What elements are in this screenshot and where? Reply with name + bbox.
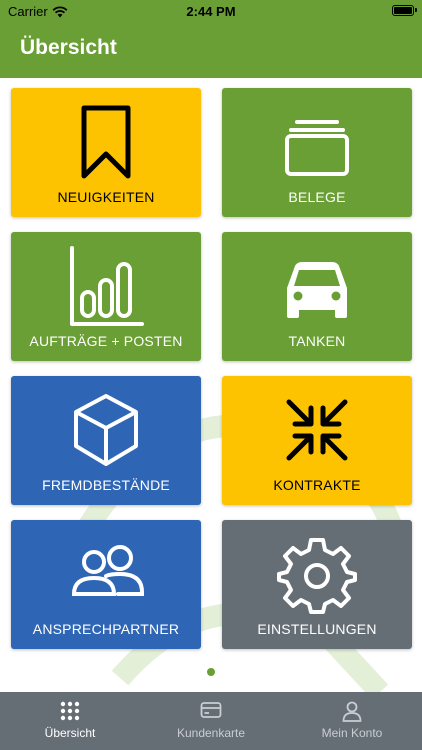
person-icon bbox=[342, 701, 362, 722]
tile-belege[interactable]: BELEGE bbox=[222, 88, 412, 217]
tile-label: FREMDBESTÄNDE bbox=[42, 477, 170, 493]
tile-tanken[interactable]: TANKEN bbox=[222, 232, 412, 361]
tab-label: Kundenkarte bbox=[176, 726, 246, 740]
tab-label: Übersicht bbox=[44, 726, 96, 740]
grid-dots-icon bbox=[60, 701, 80, 721]
cube-icon bbox=[74, 394, 138, 466]
tile-label: NEUIGKEITEN bbox=[57, 189, 155, 205]
tile-fremdbestaende[interactable]: FREMDBESTÄNDE bbox=[11, 376, 201, 505]
tile-label: KONTRAKTE bbox=[273, 477, 361, 493]
app-screen: Carrier 2:44 PM Übersicht NEUIGKEITEN BE… bbox=[0, 0, 422, 750]
tile-auftraege-posten[interactable]: AUFTRÄGE + POSTEN bbox=[11, 232, 201, 361]
battery-icon bbox=[392, 5, 417, 16]
status-bar: Carrier 2:44 PM bbox=[0, 0, 422, 22]
tile-neuigkeiten[interactable]: NEUIGKEITEN bbox=[11, 88, 201, 217]
tab-label: Mein Konto bbox=[321, 726, 383, 740]
tab-mein-konto[interactable]: Mein Konto bbox=[282, 692, 422, 750]
navigation-header: Übersicht bbox=[0, 22, 422, 78]
page-indicator-dot bbox=[207, 668, 215, 676]
tab-bar: Übersicht Kundenkarte Mein Konto bbox=[0, 692, 422, 750]
tab-kundenkarte[interactable]: Kundenkarte bbox=[141, 692, 281, 750]
tile-einstellungen[interactable]: EINSTELLUNGEN bbox=[222, 520, 412, 649]
tile-kontrakte[interactable]: KONTRAKTE bbox=[222, 376, 412, 505]
car-icon bbox=[287, 262, 347, 318]
bar-chart-icon bbox=[70, 246, 144, 326]
tab-uebersicht[interactable]: Übersicht bbox=[0, 692, 140, 750]
tile-label: TANKEN bbox=[288, 333, 346, 349]
card-icon bbox=[200, 702, 222, 718]
compress-arrows-icon bbox=[286, 399, 348, 461]
tile-label: ANSPRECHPARTNER bbox=[32, 621, 180, 637]
tile-label: EINSTELLUNGEN bbox=[257, 621, 377, 637]
gear-icon bbox=[277, 538, 357, 614]
page-title: Übersicht bbox=[20, 36, 117, 59]
tile-label: BELEGE bbox=[288, 189, 346, 205]
tile-ansprechpartner[interactable]: ANSPRECHPARTNER bbox=[11, 520, 201, 649]
contacts-icon bbox=[71, 545, 144, 596]
tile-label: AUFTRÄGE + POSTEN bbox=[29, 333, 183, 349]
bookmark-icon bbox=[81, 105, 131, 179]
status-time: 2:44 PM bbox=[186, 4, 236, 19]
stacked-cards-icon bbox=[285, 120, 349, 176]
